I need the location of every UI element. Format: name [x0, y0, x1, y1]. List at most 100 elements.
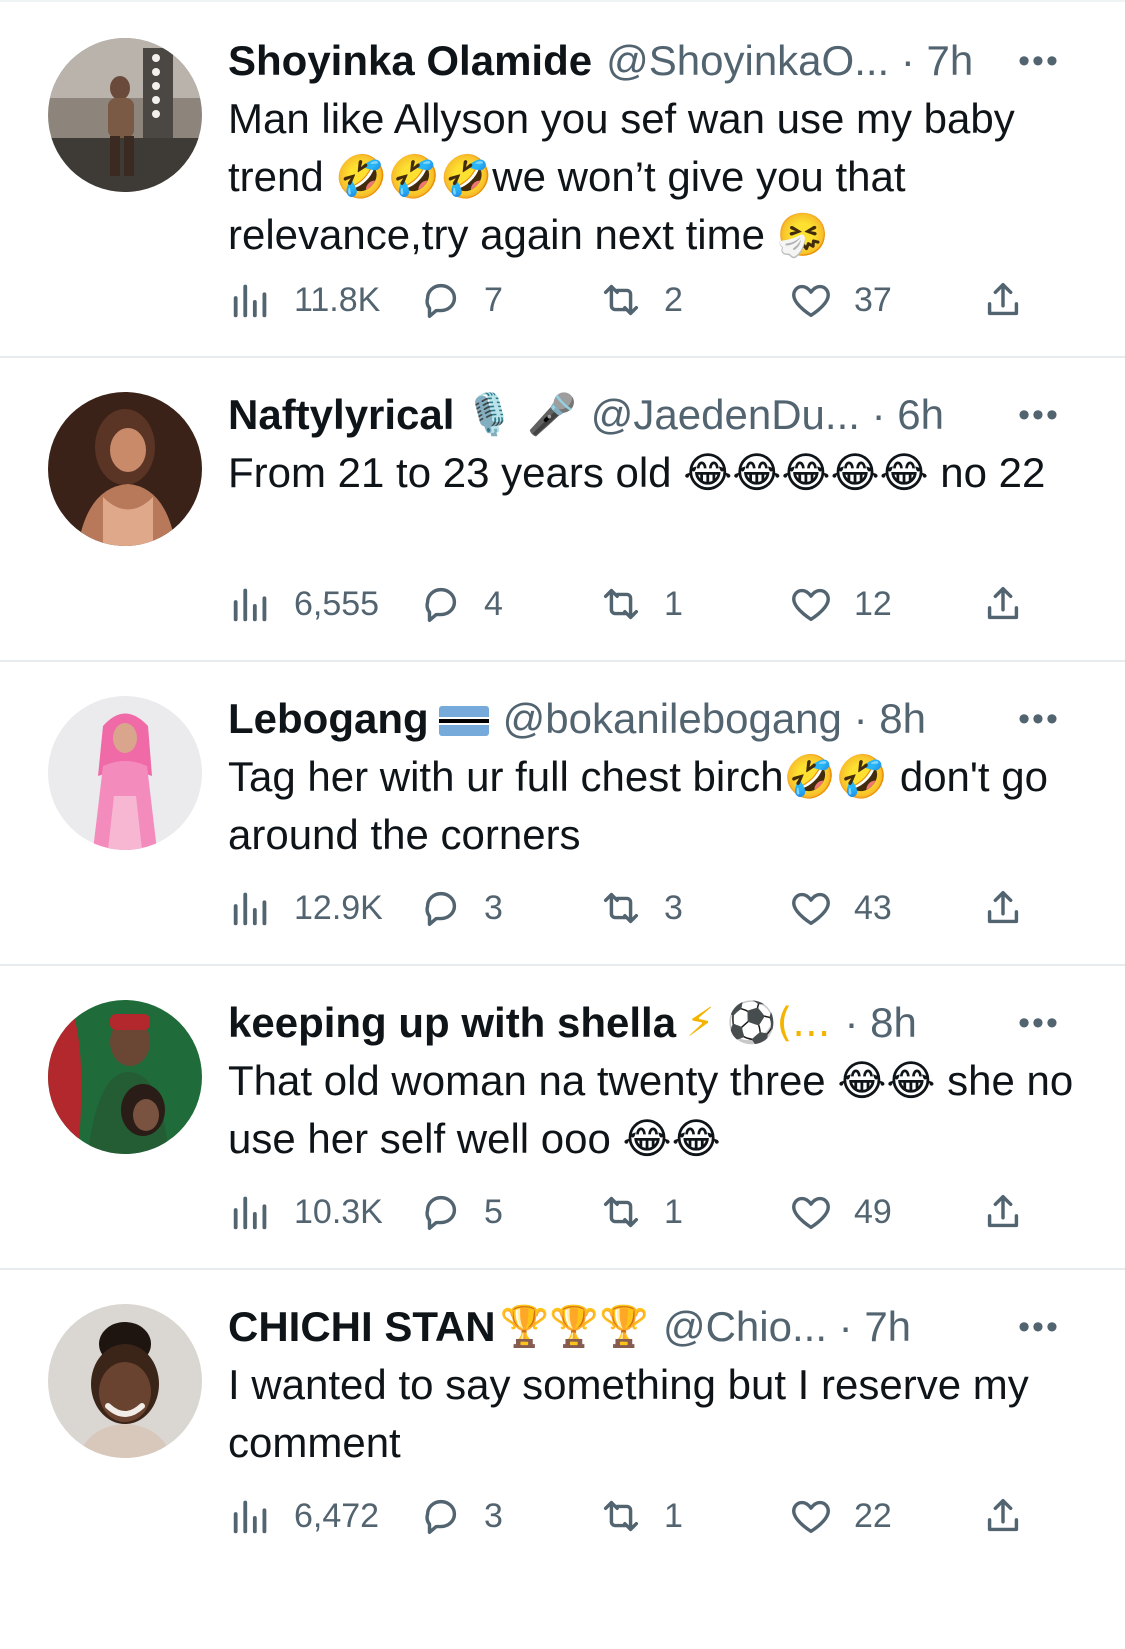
avatar[interactable]: [48, 38, 202, 192]
heart-icon: [792, 892, 830, 926]
timestamp[interactable]: 8h: [870, 999, 917, 1046]
views-count: 6,472: [294, 1497, 380, 1535]
like-count: 37: [854, 281, 892, 319]
more-dots-icon[interactable]: •••: [1009, 690, 1069, 748]
tweet-card[interactable]: Shoyinka Olamide @ShoyinkaO... · 7h ••• …: [0, 2, 1125, 358]
handle[interactable]: @ShoyinkaO...: [606, 37, 889, 84]
heart-icon: [792, 1500, 830, 1534]
views-chart-icon: [233, 1196, 267, 1230]
reply-count: 5: [484, 1193, 503, 1231]
share-button[interactable]: [980, 878, 1046, 938]
reply-button[interactable]: 3: [418, 1486, 503, 1546]
tweet-header: Naftylyrical 🎙️ 🎤 @JaedenDu... · 6h: [228, 386, 1085, 444]
tweet-actions: 6,472 3 1 22: [228, 1486, 1088, 1546]
tweet-actions: 10.3K 5 1 49: [228, 1182, 1088, 1242]
reply-bubble-icon: [425, 587, 457, 623]
share-upload-icon: [987, 1498, 1019, 1532]
tweet-text: I wanted to say something but I reserve …: [228, 1361, 1041, 1466]
display-name[interactable]: keeping up with shella: [228, 994, 676, 1052]
like-button[interactable]: 22: [788, 1486, 892, 1546]
retweet-button[interactable]: 3: [598, 878, 683, 938]
tweet-text: Man like Allyson you sef wan use my baby…: [228, 95, 1027, 258]
botswana-flag-icon: [438, 706, 489, 737]
timestamp[interactable]: 6h: [897, 391, 944, 438]
name-badges: ⚡ ⚽(...: [686, 1000, 831, 1046]
retweet-count: 1: [664, 1193, 683, 1231]
retweet-arrows-icon: [603, 588, 639, 620]
views-button[interactable]: 6,555: [228, 574, 379, 634]
handle-and-time: @ShoyinkaO... · 7h: [606, 32, 973, 90]
tweet-card[interactable]: Lebogang 🇧🇼 @bokanilebogang · 8h ••• Tag…: [0, 662, 1125, 966]
views-chart-icon: [233, 284, 267, 318]
views-button[interactable]: 10.3K: [228, 1182, 383, 1242]
reply-bubble-icon: [425, 891, 457, 927]
views-count: 12.9K: [294, 889, 383, 927]
share-upload-icon: [987, 586, 1019, 620]
tweet-header: Shoyinka Olamide @ShoyinkaO... · 7h: [228, 32, 1085, 90]
heart-icon: [792, 1196, 830, 1230]
tweet-actions: 11.8K 7 2 37: [228, 270, 1088, 330]
reply-button[interactable]: 5: [418, 1182, 503, 1242]
more-dots-icon[interactable]: •••: [1009, 994, 1069, 1052]
handle-and-time: @Chio... · 7h: [663, 1298, 911, 1356]
share-button[interactable]: [980, 574, 1046, 634]
share-upload-icon: [987, 890, 1019, 924]
retweet-button[interactable]: 1: [598, 1486, 683, 1546]
retweet-count: 2: [664, 281, 683, 319]
views-count: 6,555: [294, 585, 380, 623]
display-name[interactable]: CHICHI STAN: [228, 1298, 496, 1356]
reply-bubble-icon: [425, 283, 457, 319]
like-count: 43: [854, 889, 892, 927]
reply-button[interactable]: 4: [418, 574, 503, 634]
handle[interactable]: @bokanilebogang: [503, 695, 842, 742]
reply-bubble-icon: [425, 1499, 457, 1535]
like-count: 12: [854, 585, 892, 623]
reply-button[interactable]: 3: [418, 878, 503, 938]
views-chart-icon: [233, 1500, 267, 1534]
tweet-text: From 21 to 23 years old 😂😂😂😂😂 no 22: [228, 449, 1046, 496]
more-dots-icon[interactable]: •••: [1009, 386, 1069, 444]
avatar[interactable]: [48, 1000, 202, 1154]
retweet-button[interactable]: 1: [598, 1182, 683, 1242]
avatar[interactable]: [48, 392, 202, 546]
display-name[interactable]: Shoyinka Olamide: [228, 32, 592, 90]
share-button[interactable]: [980, 270, 1046, 330]
reply-button[interactable]: 7: [418, 270, 503, 330]
display-name[interactable]: Lebogang: [228, 690, 429, 748]
handle-and-time: @JaedenDu... · 6h: [591, 386, 944, 444]
avatar[interactable]: [48, 696, 202, 850]
timestamp[interactable]: 7h: [864, 1303, 911, 1350]
display-name[interactable]: Naftylyrical: [228, 386, 454, 444]
views-button[interactable]: 11.8K: [228, 270, 380, 330]
tweet-header: keeping up with shella ⚡ ⚽(... · 8h: [228, 994, 1085, 1052]
retweet-button[interactable]: 2: [598, 270, 683, 330]
avatar[interactable]: [48, 1304, 202, 1458]
handle[interactable]: @JaedenDu...: [591, 391, 860, 438]
share-upload-icon: [987, 1194, 1019, 1228]
timestamp[interactable]: 7h: [927, 37, 974, 84]
retweet-count: 1: [664, 585, 683, 623]
share-button[interactable]: [980, 1486, 1046, 1546]
more-dots-icon[interactable]: •••: [1009, 32, 1069, 90]
tweet-card[interactable]: Naftylyrical 🎙️ 🎤 @JaedenDu... · 6h ••• …: [0, 358, 1125, 662]
reply-count: 4: [484, 585, 503, 623]
like-count: 49: [854, 1193, 892, 1231]
like-button[interactable]: 37: [788, 270, 892, 330]
heart-icon: [792, 284, 830, 318]
views-button[interactable]: 6,472: [228, 1486, 379, 1546]
views-count: 11.8K: [294, 281, 381, 319]
retweet-button[interactable]: 1: [598, 574, 683, 634]
retweet-arrows-icon: [603, 892, 639, 924]
more-dots-icon[interactable]: •••: [1009, 1298, 1069, 1356]
timestamp[interactable]: 8h: [879, 695, 926, 742]
retweet-count: 3: [664, 889, 683, 927]
handle[interactable]: @Chio...: [663, 1303, 827, 1350]
share-button[interactable]: [980, 1182, 1046, 1242]
tweet-card[interactable]: keeping up with shella ⚡ ⚽(... · 8h ••• …: [0, 966, 1125, 1270]
like-button[interactable]: 49: [788, 1182, 892, 1242]
like-button[interactable]: 12: [788, 574, 892, 634]
views-chart-icon: [233, 892, 267, 926]
tweet-card[interactable]: CHICHI STAN 🏆🏆🏆 @Chio... · 7h ••• I want…: [0, 1270, 1125, 1640]
views-button[interactable]: 12.9K: [228, 878, 383, 938]
like-button[interactable]: 43: [788, 878, 892, 938]
